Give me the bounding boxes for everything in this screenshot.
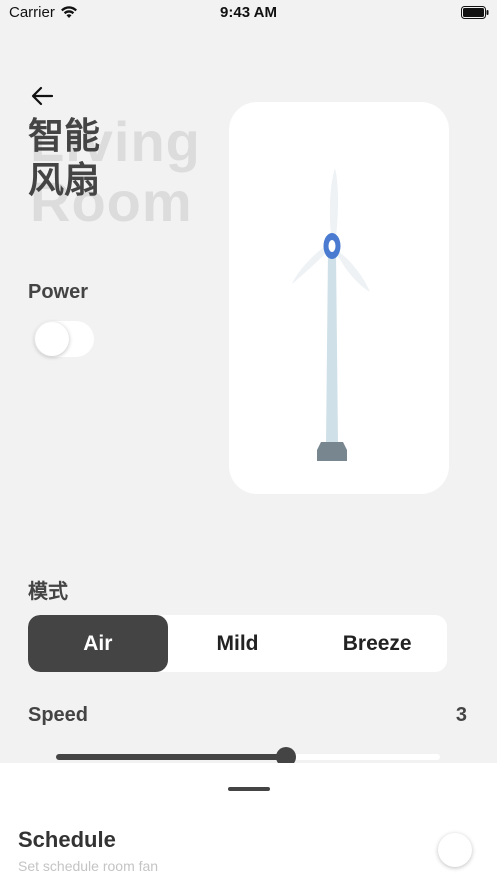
clock-time: 9:43 AM: [220, 4, 277, 21]
battery-icon: [461, 6, 489, 24]
wind-turbine-icon: [292, 168, 370, 461]
speed-value: 3: [455, 704, 467, 726]
mode-label: 模式: [28, 581, 68, 603]
schedule-subtitle: Set schedule room fan: [18, 858, 159, 874]
power-label: Power: [28, 281, 89, 303]
power-toggle-knob: [35, 322, 69, 356]
fan-illustration-card: [229, 102, 449, 494]
mode-option-breeze[interactable]: Breeze: [307, 615, 447, 672]
schedule-bottom-sheet: Schedule Set schedule room fan: [0, 763, 497, 883]
speed-slider-fill: [56, 754, 287, 760]
status-bar: Carrier 9:43 AM: [0, 0, 497, 26]
back-button[interactable]: [30, 84, 56, 108]
arrow-left-icon: [31, 86, 54, 106]
sheet-drag-handle[interactable]: [228, 787, 270, 791]
mode-selector: Air Mild Breeze: [28, 615, 447, 672]
schedule-toggle[interactable]: [438, 833, 472, 867]
mode-option-air[interactable]: Air: [28, 615, 168, 672]
power-toggle[interactable]: [34, 321, 94, 357]
schedule-title: Schedule: [18, 827, 116, 852]
mode-option-mild[interactable]: Mild: [168, 615, 308, 672]
page-title: 智能风扇: [28, 115, 101, 200]
speed-label: Speed: [28, 704, 89, 726]
